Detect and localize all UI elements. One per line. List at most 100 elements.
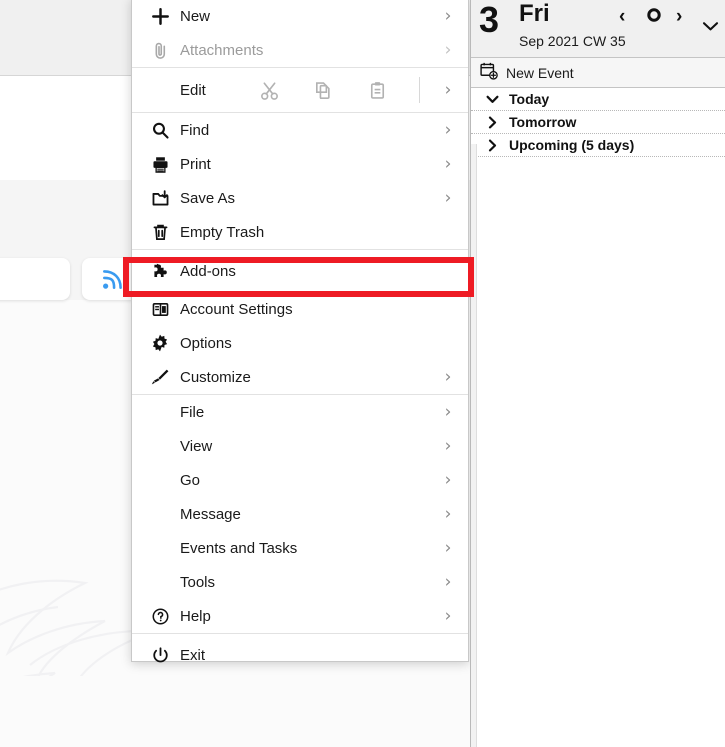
menu-item-customize[interactable]: Customize › [132,360,468,394]
app-menu-group-settings: Add-ons Account Settings Options Customi… [132,249,468,394]
gear-icon [146,332,174,354]
menu-item-help[interactable]: Help › [132,599,468,633]
power-icon [146,644,174,666]
agenda-section-upcoming[interactable]: Upcoming (5 days) [471,134,725,157]
agenda-section-today[interactable]: Today [471,88,725,111]
chevron-down-icon[interactable] [702,17,719,37]
agenda-section-tomorrow-label: Tomorrow [509,114,577,130]
chevron-right-icon: › [444,153,452,174]
save-as-icon [146,187,174,209]
menu-item-view[interactable]: View › [132,429,468,463]
start-card-left[interactable] [0,258,70,300]
menu-item-tools-label: Tools [180,573,216,591]
chevron-right-icon [485,116,499,129]
menu-item-help-label: Help [180,607,211,625]
menu-item-save-as-label: Save As [180,189,236,207]
menu-item-edit[interactable]: Edit › [132,68,468,112]
menu-item-events-and-tasks-label: Events and Tasks [180,539,298,557]
edit-tools [242,75,438,105]
menu-item-go[interactable]: Go › [132,463,468,497]
agenda-section-tomorrow[interactable]: Tomorrow [471,111,725,134]
chevron-right-icon: › [444,79,452,100]
menu-item-print-label: Print [180,155,211,173]
chevron-right-icon: › [444,469,452,490]
menu-item-attachments-label: Attachments [180,41,264,59]
agenda-scrollbar[interactable] [471,144,477,747]
menu-item-attachments[interactable]: Attachments › [132,33,468,67]
trash-icon [146,221,174,243]
search-icon [146,119,174,141]
puzzle-icon [146,260,174,282]
menu-item-file-label: File [180,403,205,421]
chevron-down-icon [485,95,499,104]
chevron-right-icon: › [444,605,452,626]
menu-item-view-label: View [180,437,213,455]
chevron-left-icon[interactable]: ‹ [619,6,625,28]
day-name: Fri [519,0,550,27]
edit-tools-divider [418,77,420,103]
menu-item-add-ons-label: Add-ons [180,262,236,280]
app-menu-group-menubar: File › View › Go › Message › Events and … [132,394,468,633]
paperclip-icon [146,39,174,61]
cut-button[interactable] [254,75,284,105]
app-menu-group-file-actions: Find › Print › Save As › Empty Trash [132,112,468,249]
menu-item-customize-label: Customize [180,368,251,386]
chevron-right-icon[interactable]: › [676,6,682,28]
today-pane: 3 Fri Sep 2021 CW 35 ‹ › New Event Today [470,0,725,747]
menu-item-edit-label: Edit [180,81,206,99]
menu-item-find[interactable]: Find › [132,113,468,147]
menu-item-account-settings-label: Account Settings [180,300,293,318]
today-circle-icon[interactable] [645,6,663,29]
menu-item-empty-trash-label: Empty Trash [180,223,265,241]
chevron-right-icon: › [444,187,452,208]
account-settings-icon [146,298,174,320]
menu-item-options[interactable]: Options [132,326,468,360]
printer-icon [146,153,174,175]
agenda-section-today-label: Today [509,91,550,107]
new-event-label: New Event [506,64,574,81]
chevron-right-icon: › [444,39,452,60]
chevron-right-icon [485,139,499,152]
menu-item-save-as[interactable]: Save As › [132,181,468,215]
today-pane-header: 3 Fri Sep 2021 CW 35 ‹ › [471,0,725,58]
chevron-right-icon: › [444,401,452,422]
menu-item-account-settings[interactable]: Account Settings [132,292,468,326]
menu-item-exit[interactable]: Exit [132,634,468,676]
menu-item-new[interactable]: New › [132,0,468,33]
menu-item-exit-label: Exit [180,646,206,664]
copy-button[interactable] [308,75,338,105]
menu-item-add-ons[interactable]: Add-ons [132,250,468,292]
app-menu-group-exit: Exit [132,633,468,676]
menu-item-find-label: Find [180,121,210,139]
app-menu-group-new: New › Attachments › [132,0,468,67]
chevron-right-icon: › [444,537,452,558]
chevron-right-icon: › [444,366,452,387]
day-number: 3 [479,0,500,40]
plus-icon [146,5,174,27]
menu-item-message-label: Message [180,505,241,523]
app-menu-panel[interactable]: New › Attachments › Edit › Find › Print … [131,0,469,664]
new-event-button[interactable]: New Event [471,58,725,88]
screen: like you! If you like Thunderbird, pleas… [0,0,725,747]
paste-button[interactable] [363,75,393,105]
chevron-right-icon: › [444,435,452,456]
menu-item-message[interactable]: Message › [132,497,468,531]
paintbrush-icon [146,366,174,388]
menu-item-tools[interactable]: Tools › [132,565,468,599]
menu-item-events-and-tasks[interactable]: Events and Tasks › [132,531,468,565]
chevron-right-icon: › [444,5,452,26]
rss-icon [103,270,122,289]
menu-item-print[interactable]: Print › [132,147,468,181]
menu-item-empty-trash[interactable]: Empty Trash [132,215,468,249]
chevron-right-icon: › [444,503,452,524]
help-icon [146,605,174,627]
chevron-right-icon: › [444,571,452,592]
donation-banner: like you! If you like Thunderbird, pleas… [0,676,470,747]
menu-item-go-label: Go [180,471,201,489]
menu-item-file[interactable]: File › [132,395,468,429]
new-event-calendar-icon [479,61,498,85]
chevron-right-icon: › [444,119,452,140]
menu-item-new-label: New [180,7,211,25]
app-menu-group-edit: Edit › [132,67,468,112]
agenda-section-upcoming-label: Upcoming (5 days) [509,137,635,153]
